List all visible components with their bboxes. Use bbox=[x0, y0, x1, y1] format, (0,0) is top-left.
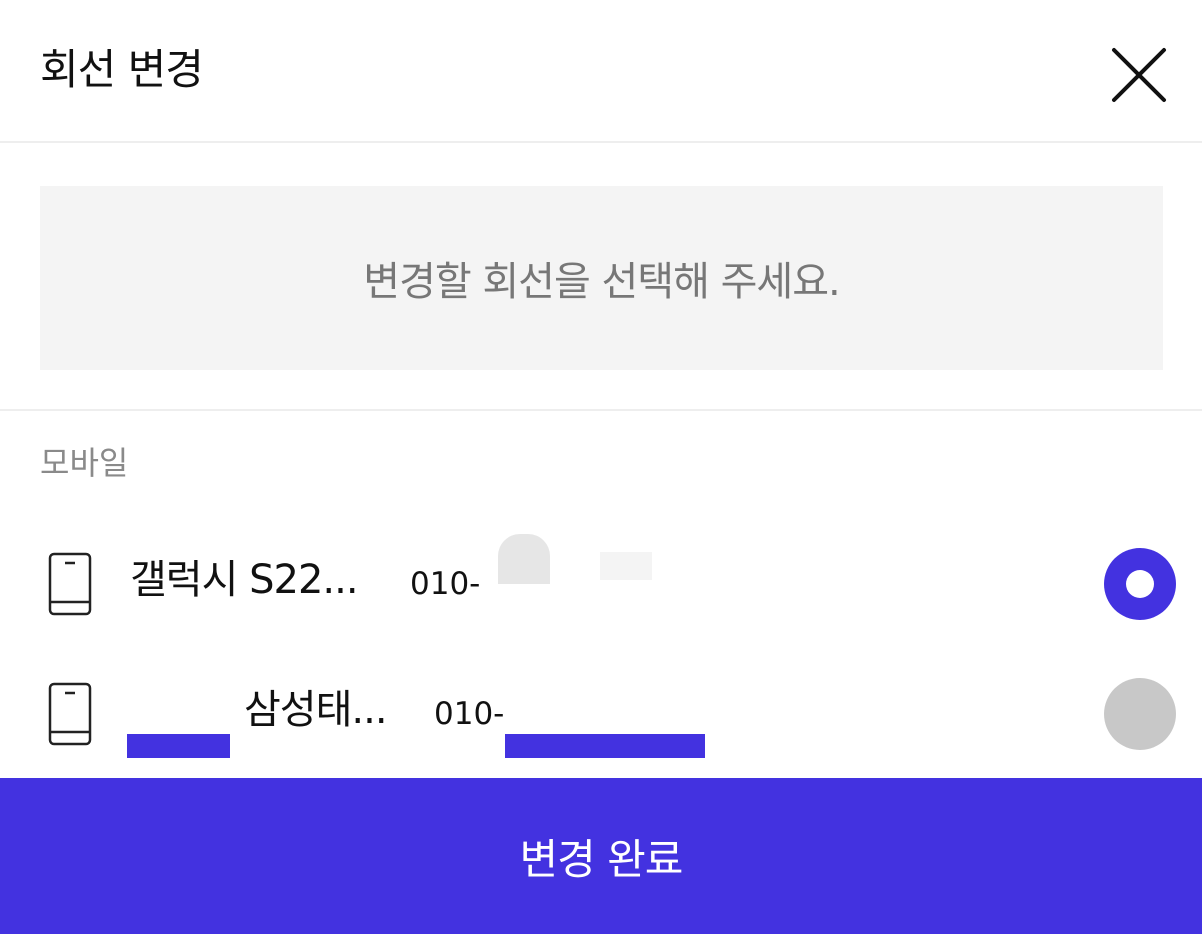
confirm-change-button[interactable]: 변경 완료 bbox=[0, 778, 1202, 934]
radio-button-unselected[interactable] bbox=[1104, 678, 1176, 750]
section-divider bbox=[0, 409, 1202, 411]
line-device-name: 삼성태... bbox=[244, 687, 388, 733]
instruction-banner: 변경할 회선을 선택해 주세요. bbox=[40, 186, 1163, 370]
dialog-header: 회선 변경 bbox=[0, 0, 1202, 143]
redaction-block bbox=[127, 734, 230, 758]
line-item-2[interactable]: 삼성태... 010- bbox=[0, 652, 1202, 772]
smartphone-icon bbox=[48, 552, 92, 616]
line-item-1[interactable]: 갤럭시 S22... 010- bbox=[0, 522, 1202, 642]
section-label-mobile: 모바일 bbox=[40, 444, 129, 482]
line-device-name: 갤럭시 S22... bbox=[130, 557, 359, 603]
instruction-text: 변경할 회선을 선택해 주세요. bbox=[363, 259, 840, 305]
redaction-block bbox=[600, 552, 652, 580]
dialog-title: 회선 변경 bbox=[40, 45, 204, 94]
line-phone-number: 010- bbox=[410, 566, 481, 602]
close-icon[interactable] bbox=[1106, 42, 1172, 108]
line-phone-number: 010- bbox=[434, 696, 505, 732]
radio-button-selected[interactable] bbox=[1104, 548, 1176, 620]
smartphone-icon bbox=[48, 682, 92, 746]
redaction-block bbox=[505, 734, 705, 758]
confirm-change-label: 변경 완료 bbox=[519, 834, 684, 884]
redaction-block bbox=[498, 534, 550, 584]
